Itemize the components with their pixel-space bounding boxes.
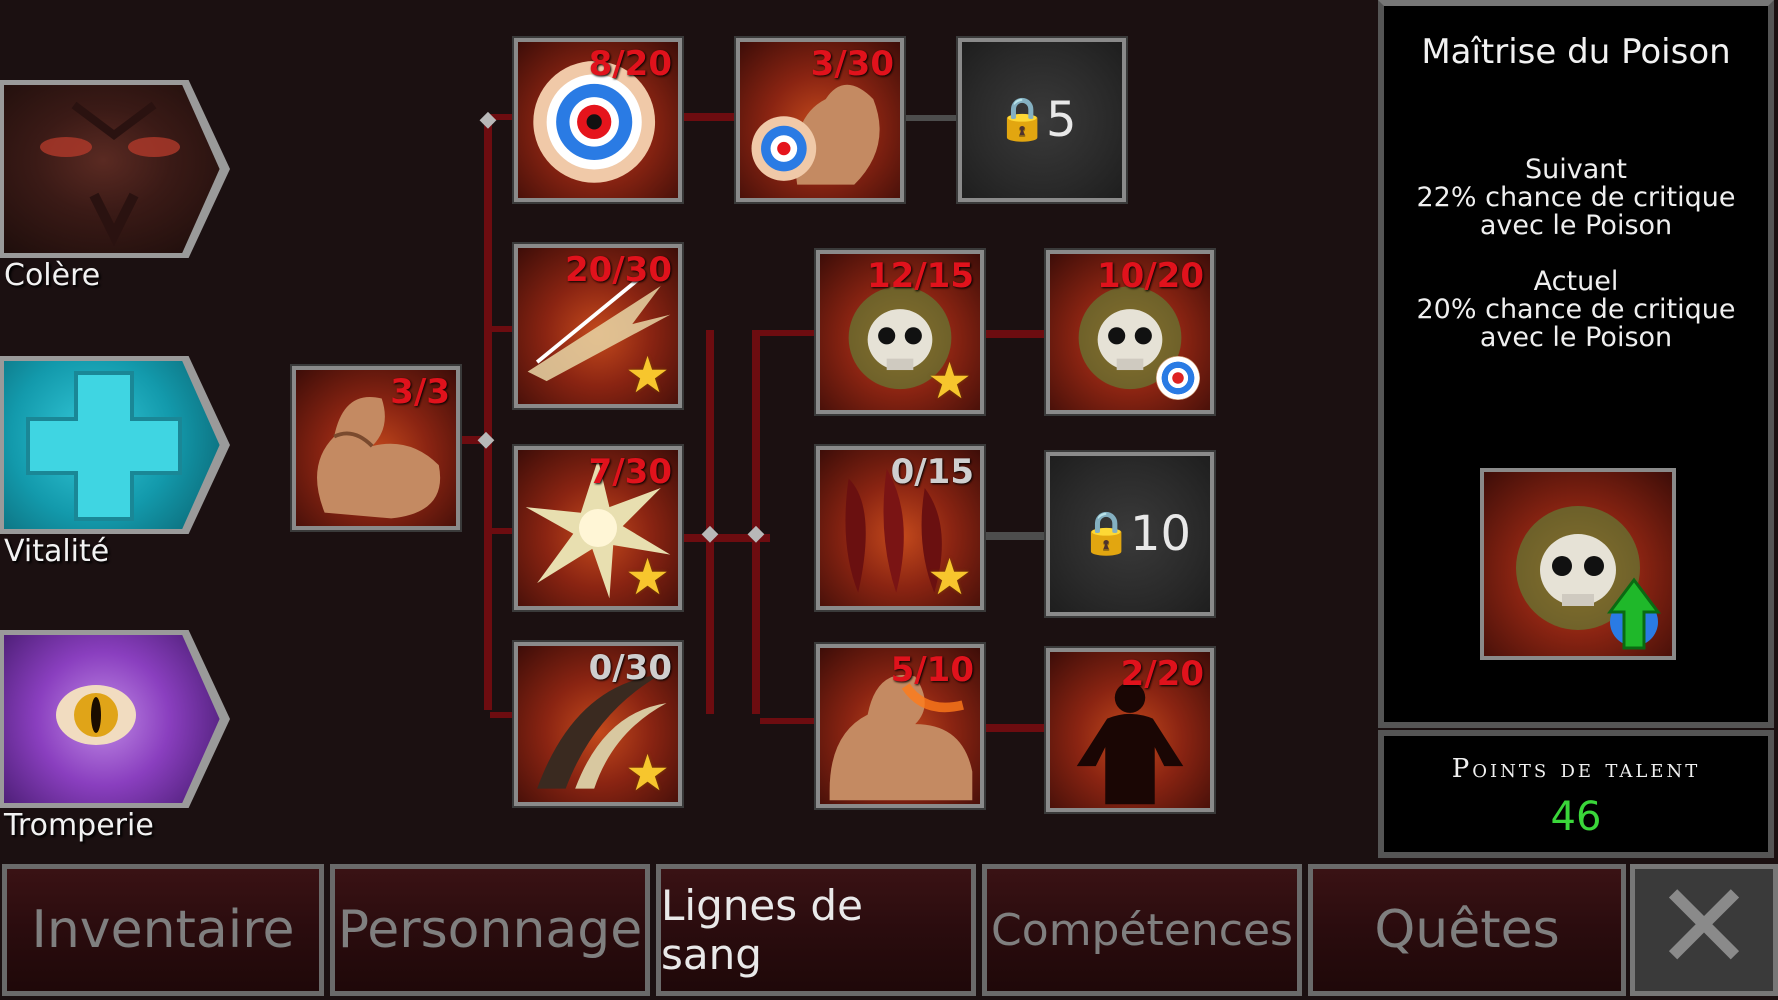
talent-flame-man[interactable]: 2/20 <box>1044 646 1216 814</box>
talent-rank: 12/15 <box>866 256 974 296</box>
poison-skull-icon <box>1516 506 1661 650</box>
connector-joint-icon: ◆ <box>479 107 497 132</box>
category-vitalite[interactable] <box>0 356 230 534</box>
next-rank-line2: avec le Poison <box>1479 210 1673 241</box>
close-button[interactable]: ✕ <box>1630 864 1778 996</box>
talent-burst[interactable]: 7/30 ★ <box>512 444 684 612</box>
connector-line <box>902 115 958 121</box>
talent-info-panel: Maîtrise du Poison Suivant 22% chance de… <box>1378 0 1774 728</box>
current-rank-line1: 20% chance de critique <box>1416 294 1736 325</box>
unlock-level: 10 <box>1130 506 1192 562</box>
tab-label: Personnage <box>337 900 643 960</box>
talent-rank: 3/3 <box>390 372 450 412</box>
talent-rank: 2/20 <box>1120 654 1204 694</box>
connector-line <box>680 113 736 121</box>
talent-rank: 10/20 <box>1096 256 1204 296</box>
lock-icon: 🔒 <box>1080 508 1133 557</box>
talent-rank: 5/10 <box>890 650 974 690</box>
tab-quetes[interactable]: Quêtes <box>1308 864 1626 996</box>
category-tromperie[interactable] <box>0 630 230 808</box>
talent-blood[interactable]: 0/15 ★ <box>814 444 986 612</box>
talent-poison[interactable]: 12/15 ★ <box>814 248 986 416</box>
tab-label: Compétences <box>991 904 1293 956</box>
tab-inventaire[interactable]: Inventaire <box>2 864 324 996</box>
talent-rank: 0/15 <box>890 452 974 492</box>
category-colere[interactable] <box>0 80 230 258</box>
talent-locked-5[interactable]: 🔒 5 <box>956 36 1128 204</box>
talent-strength-root[interactable]: 3/3 <box>290 364 462 532</box>
talent-rank: 8/20 <box>588 44 672 84</box>
category-label-colere: Colère <box>4 258 101 293</box>
talent-points-label: Points de talent <box>1451 754 1701 784</box>
talent-fire-arm[interactable]: 5/10 <box>814 642 986 810</box>
unlock-level: 5 <box>1046 92 1077 148</box>
lock-icon: 🔒 <box>996 94 1049 143</box>
talent-claw[interactable]: 0/30 ★ <box>512 640 684 808</box>
connector-line <box>484 118 492 710</box>
talent-strike[interactable]: 20/30 ★ <box>512 242 684 410</box>
eye-icon <box>4 635 220 803</box>
talent-poison-mastery[interactable]: 10/20 <box>1044 248 1216 416</box>
current-rank-line2: avec le Poison <box>1479 322 1673 353</box>
talent-locked-10[interactable]: 🔒 10 <box>1044 450 1216 618</box>
connector-joint-icon: ◆ <box>747 521 765 546</box>
connector-line <box>980 330 1046 338</box>
talent-title: Maîtrise du Poison <box>1421 32 1731 72</box>
tab-label: Quêtes <box>1374 900 1560 960</box>
next-rank-label: Suivant <box>1525 154 1627 185</box>
tab-label: Lignes de sang <box>661 881 863 979</box>
star-icon: ★ <box>625 346 670 404</box>
talent-rank: 0/30 <box>588 648 672 688</box>
connector-joint-icon: ◆ <box>701 521 719 546</box>
tab-label: Inventaire <box>31 900 295 960</box>
tab-personnage[interactable]: Personnage <box>330 864 650 996</box>
talent-precision[interactable]: 8/20 <box>512 36 684 204</box>
tab-competences[interactable]: Compétences <box>982 864 1302 996</box>
talent-rank: 3/30 <box>810 44 894 84</box>
close-icon: ✕ <box>1653 858 1755 997</box>
star-icon: ★ <box>625 744 670 802</box>
current-rank-label: Actuel <box>1533 266 1619 297</box>
connector-line <box>760 718 818 724</box>
connector-line <box>980 532 1046 540</box>
category-label-tromperie: Tromperie <box>4 808 154 843</box>
connector-line <box>980 724 1046 732</box>
talent-points-panel: Points de talent 46 <box>1378 730 1774 858</box>
talent-rank: 7/30 <box>588 452 672 492</box>
rage-demon-icon <box>4 85 220 253</box>
star-icon: ★ <box>625 548 670 606</box>
talent-screen: Colère Vitalité Tromperie ◆ ◆ ◆ ◆ 8/20 3… <box>0 0 1778 1000</box>
star-icon: ★ <box>927 548 972 606</box>
talent-rank: 20/30 <box>564 250 672 290</box>
health-cross-icon <box>4 361 220 529</box>
talent-arm-precision[interactable]: 3/30 <box>734 36 906 204</box>
connector-line <box>760 330 818 336</box>
connector-joint-icon: ◆ <box>477 427 495 452</box>
upgrade-talent-button[interactable] <box>1480 468 1676 660</box>
next-rank-line1: 22% chance de critique <box>1416 182 1736 213</box>
tab-lignes-de-sang[interactable]: Lignes de sang <box>656 864 976 996</box>
target-icon <box>1156 356 1200 400</box>
category-label-vitalite: Vitalité <box>4 534 110 569</box>
star-icon: ★ <box>927 352 972 410</box>
talent-points-value: 46 <box>1550 794 1602 840</box>
